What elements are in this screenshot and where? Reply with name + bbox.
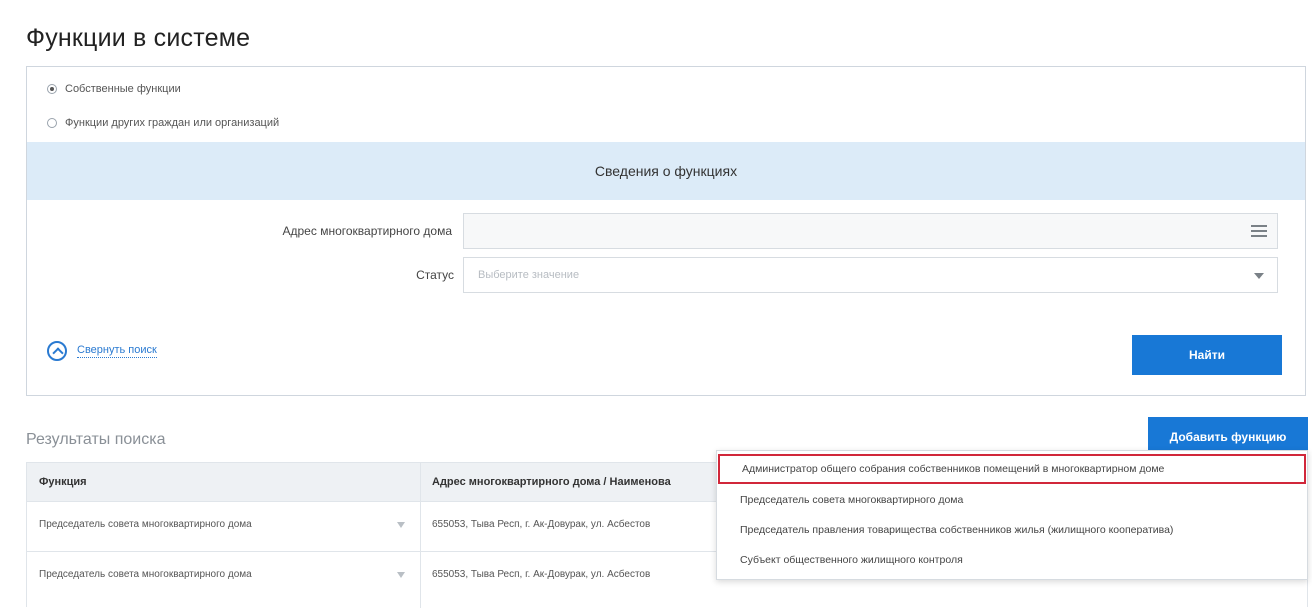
status-label: Статус (416, 268, 454, 282)
section-title: Сведения о функциях (594, 163, 738, 179)
dropdown-item-label: Председатель совета многоквартирного дом… (740, 494, 964, 506)
dropdown-item-label: Субъект общественного жилищного контроля (740, 554, 963, 566)
row-address: 655053, Тыва Респ, г. Ак-Довурак, ул. Ас… (432, 519, 651, 530)
column-header-function[interactable]: Функция (39, 476, 87, 488)
radio-other-functions[interactable]: Функции других граждан или организаций (47, 117, 279, 129)
radio-button-icon[interactable] (47, 118, 57, 128)
add-function-dropdown: Администратор общего собрания собственни… (716, 450, 1308, 580)
page-title: Функции в системе (26, 24, 251, 52)
status-select[interactable]: Выберите значение (463, 257, 1278, 293)
status-placeholder: Выберите значение (478, 269, 580, 281)
dropdown-item-meeting-administrator[interactable]: Администратор общего собрания собственни… (718, 454, 1306, 484)
results-title: Результаты поиска (26, 431, 166, 448)
row-address: 655053, Тыва Респ, г. Ак-Довурак, ул. Ас… (432, 569, 651, 580)
radio-button-checked-icon[interactable] (47, 84, 57, 94)
chevron-up-circle-icon[interactable] (47, 341, 67, 361)
dropdown-item-label: Администратор общего собрания собственни… (742, 463, 1165, 475)
list-menu-icon[interactable] (1251, 225, 1267, 237)
address-label: Адрес многоквартирного дома (282, 224, 453, 238)
address-field[interactable] (463, 213, 1278, 249)
collapse-search-label[interactable]: Свернуть поиск (77, 344, 157, 358)
radio-own-functions[interactable]: Собственные функции (47, 83, 181, 95)
radio-label: Собственные функции (65, 83, 181, 95)
section-header: Сведения о функциях (27, 142, 1305, 200)
dropdown-item-hoa-board-chairman[interactable]: Председатель правления товарищества собс… (717, 515, 1307, 545)
search-filter-panel: Собственные функции Функции других гражд… (26, 66, 1306, 396)
dropdown-item-council-chairman[interactable]: Председатель совета многоквартирного дом… (717, 485, 1307, 515)
dropdown-item-label: Председатель правления товарищества собс… (740, 524, 1174, 536)
dropdown-item-public-housing-control[interactable]: Субъект общественного жилищного контроля (717, 545, 1307, 575)
chevron-down-icon[interactable] (1254, 273, 1264, 279)
column-header-address[interactable]: Адрес многоквартирного дома / Наименова (432, 476, 671, 488)
row-function: Председатель совета многоквартирного дом… (39, 569, 252, 580)
row-function: Председатель совета многоквартирного дом… (39, 519, 252, 530)
find-button[interactable]: Найти (1132, 335, 1282, 375)
chevron-down-icon[interactable] (397, 522, 405, 528)
chevron-down-icon[interactable] (397, 572, 405, 578)
radio-label: Функции других граждан или организаций (65, 117, 280, 129)
collapse-search-link[interactable]: Свернуть поиск (47, 341, 157, 361)
